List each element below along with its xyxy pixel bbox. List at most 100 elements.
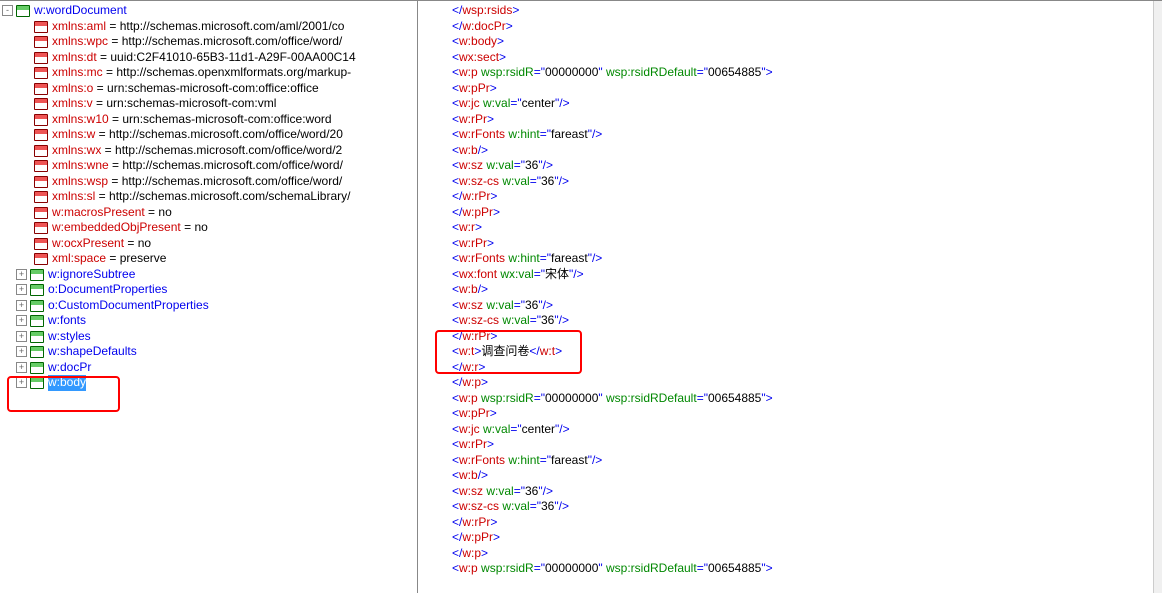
xml-token: < xyxy=(452,391,459,405)
attribute-icon xyxy=(33,175,49,188)
xml-token: < xyxy=(452,282,459,296)
xml-token: < xyxy=(452,561,459,575)
xml-line[interactable]: <w:rPr> xyxy=(418,236,1153,252)
xml-line[interactable]: <w:rFonts w:hint="fareast"/> xyxy=(418,453,1153,469)
xml-token: </ xyxy=(452,530,462,544)
xml-token: =" xyxy=(510,96,521,110)
expand-icon[interactable]: + xyxy=(16,346,27,357)
tree-attr-w-macrosPresent[interactable]: w:macrosPresent = no xyxy=(0,205,417,221)
xml-line[interactable]: <w:sz w:val="36"/> xyxy=(418,484,1153,500)
xml-line[interactable]: <w:rPr> xyxy=(418,112,1153,128)
expand-icon[interactable]: + xyxy=(16,377,27,388)
expand-icon[interactable]: + xyxy=(16,300,27,311)
tree-node-w-docPr[interactable]: +w:docPr xyxy=(0,360,417,376)
xml-line[interactable]: <w:rFonts w:hint="fareast"/> xyxy=(418,251,1153,267)
xml-line[interactable]: </w:pPr> xyxy=(418,530,1153,546)
tree-node-w-body[interactable]: +w:body xyxy=(0,375,417,391)
xml-line[interactable]: <w:jc w:val="center"/> xyxy=(418,96,1153,112)
xml-line[interactable]: <w:p wsp:rsidR="00000000" wsp:rsidRDefau… xyxy=(418,561,1153,577)
xml-line[interactable]: </w:rPr> xyxy=(418,329,1153,345)
xml-token: </ xyxy=(452,19,462,33)
xml-line[interactable]: </wsp:rsids> xyxy=(418,3,1153,19)
xml-line[interactable]: <w:sz w:val="36"/> xyxy=(418,158,1153,174)
xml-line[interactable]: <w:t>调查问卷</w:t> xyxy=(418,344,1153,360)
xml-line[interactable]: <w:p wsp:rsidR="00000000" wsp:rsidRDefau… xyxy=(418,65,1153,81)
expand-icon[interactable]: + xyxy=(16,269,27,280)
xml-token: w:val xyxy=(486,484,513,498)
xml-line[interactable]: <w:b/> xyxy=(418,468,1153,484)
tree-attr-xmlns-wx[interactable]: xmlns:wx = http://schemas.microsoft.com/… xyxy=(0,143,417,159)
tree-node-w-ignoreSubtree[interactable]: +w:ignoreSubtree xyxy=(0,267,417,283)
tree-attr-xmlns-w[interactable]: xmlns:w = http://schemas.microsoft.com/o… xyxy=(0,127,417,143)
tree-node-w-shapeDefaults[interactable]: + w:shapeDefaults xyxy=(0,344,417,360)
tree-node-w-fonts[interactable]: +w:fonts xyxy=(0,313,417,329)
tree-node-label: w:styles xyxy=(48,329,91,345)
xml-token: =" xyxy=(697,391,708,405)
xml-token: < xyxy=(452,344,459,358)
xml-line[interactable]: </w:p> xyxy=(418,546,1153,562)
tree-node-o-CustomDocumentProperties[interactable]: +o:CustomDocumentProperties xyxy=(0,298,417,314)
element-icon xyxy=(29,376,45,389)
tree-attr-xmlns-wsp[interactable]: xmlns:wsp = http://schemas.microsoft.com… xyxy=(0,174,417,190)
xml-token: > xyxy=(487,236,494,250)
expand-icon[interactable]: + xyxy=(16,331,27,342)
xml-line[interactable]: </w:p> xyxy=(418,375,1153,391)
tree-attr-xmlns-wpc[interactable]: xmlns:wpc = http://schemas.microsoft.com… xyxy=(0,34,417,50)
xml-line[interactable]: <w:p wsp:rsidR="00000000" wsp:rsidRDefau… xyxy=(418,391,1153,407)
tree-attr-xmlns-dt[interactable]: xmlns:dt = uuid:C2F41010-65B3-11d1-A29F-… xyxy=(0,50,417,66)
tree-root[interactable]: -w:wordDocument xyxy=(0,3,417,19)
xml-token: "> xyxy=(761,65,772,79)
expand-icon[interactable]: + xyxy=(16,315,27,326)
scrollbar-vertical[interactable] xyxy=(1154,1,1162,593)
collapse-icon[interactable]: - xyxy=(2,5,13,16)
xml-line[interactable]: <w:rFonts w:hint="fareast"/> xyxy=(418,127,1153,143)
xml-line[interactable]: <w:sz w:val="36"/> xyxy=(418,298,1153,314)
tree-attr-w-embeddedObjPresent[interactable]: w:embeddedObjPresent = no xyxy=(0,220,417,236)
xml-line[interactable]: <w:sz-cs w:val="36"/> xyxy=(418,174,1153,190)
xml-token: wsp:rsidR xyxy=(481,561,534,575)
tree-attr-xmlns-w10[interactable]: xmlns:w10 = urn:schemas-microsoft-com:of… xyxy=(0,112,417,128)
tree-node-w-styles[interactable]: + w:styles xyxy=(0,329,417,345)
expand-icon[interactable]: + xyxy=(16,284,27,295)
xml-line[interactable]: </w:rPr> xyxy=(418,189,1153,205)
tree-attr-xmlns-sl[interactable]: xmlns:sl = http://schemas.microsoft.com/… xyxy=(0,189,417,205)
tree-attr-xmlns-o[interactable]: xmlns:o = urn:schemas-microsoft-com:offi… xyxy=(0,81,417,97)
xml-token: " xyxy=(598,561,606,575)
xml-line[interactable]: <wx:font wx:val="宋体"/> xyxy=(418,267,1153,283)
xml-line[interactable]: <w:jc w:val="center"/> xyxy=(418,422,1153,438)
attribute-icon xyxy=(33,221,49,234)
xml-token: =" xyxy=(514,484,525,498)
tree-attr-xmlns-wne[interactable]: xmlns:wne = http://schemas.microsoft.com… xyxy=(0,158,417,174)
tree-attr-xml-space[interactable]: xml:space = preserve xyxy=(0,251,417,267)
xml-token: =" xyxy=(534,267,545,281)
xml-token: w:sz-cs xyxy=(459,313,502,327)
attribute-icon xyxy=(33,51,49,64)
xml-line[interactable]: <w:sz-cs w:val="36"/> xyxy=(418,499,1153,515)
tree-node-o-DocumentProperties[interactable]: +o:DocumentProperties xyxy=(0,282,417,298)
xml-line[interactable]: <w:pPr> xyxy=(418,81,1153,97)
xml-line[interactable]: <w:sz-cs w:val="36"/> xyxy=(418,313,1153,329)
xml-line[interactable]: <w:b/> xyxy=(418,143,1153,159)
xml-token: > xyxy=(487,112,494,126)
xml-line[interactable]: <w:r> xyxy=(418,220,1153,236)
attribute-icon xyxy=(33,206,49,219)
xml-token: </ xyxy=(529,344,539,358)
xml-line[interactable]: <w:body> xyxy=(418,34,1153,50)
tree-node-label: w:shapeDefaults xyxy=(48,344,137,360)
tree-pane[interactable]: -w:wordDocumentxmlns:aml = http://schema… xyxy=(0,1,418,593)
tree-attr-xmlns-mc[interactable]: xmlns:mc = http://schemas.openxmlformats… xyxy=(0,65,417,81)
tree-attr-xmlns-v[interactable]: xmlns:v = urn:schemas-microsoft-com:vml xyxy=(0,96,417,112)
xml-line[interactable]: </w:pPr> xyxy=(418,205,1153,221)
xml-line[interactable]: </w:docPr> xyxy=(418,19,1153,35)
tree-attr-xmlns-aml[interactable]: xmlns:aml = http://schemas.microsoft.com… xyxy=(0,19,417,35)
xml-token: w:sz xyxy=(459,158,486,172)
xml-line[interactable]: <wx:sect> xyxy=(418,50,1153,66)
xml-line[interactable]: <w:rPr> xyxy=(418,437,1153,453)
xml-line[interactable]: </w:rPr> xyxy=(418,515,1153,531)
xml-line[interactable]: <w:b/> xyxy=(418,282,1153,298)
xml-source-pane[interactable]: </wsp:rsids></w:docPr><w:body><wx:sect><… xyxy=(418,1,1154,593)
xml-line[interactable]: <w:pPr> xyxy=(418,406,1153,422)
xml-line[interactable]: </w:r> xyxy=(418,360,1153,376)
tree-attr-w-ocxPresent[interactable]: w:ocxPresent = no xyxy=(0,236,417,252)
expand-icon[interactable]: + xyxy=(16,362,27,373)
